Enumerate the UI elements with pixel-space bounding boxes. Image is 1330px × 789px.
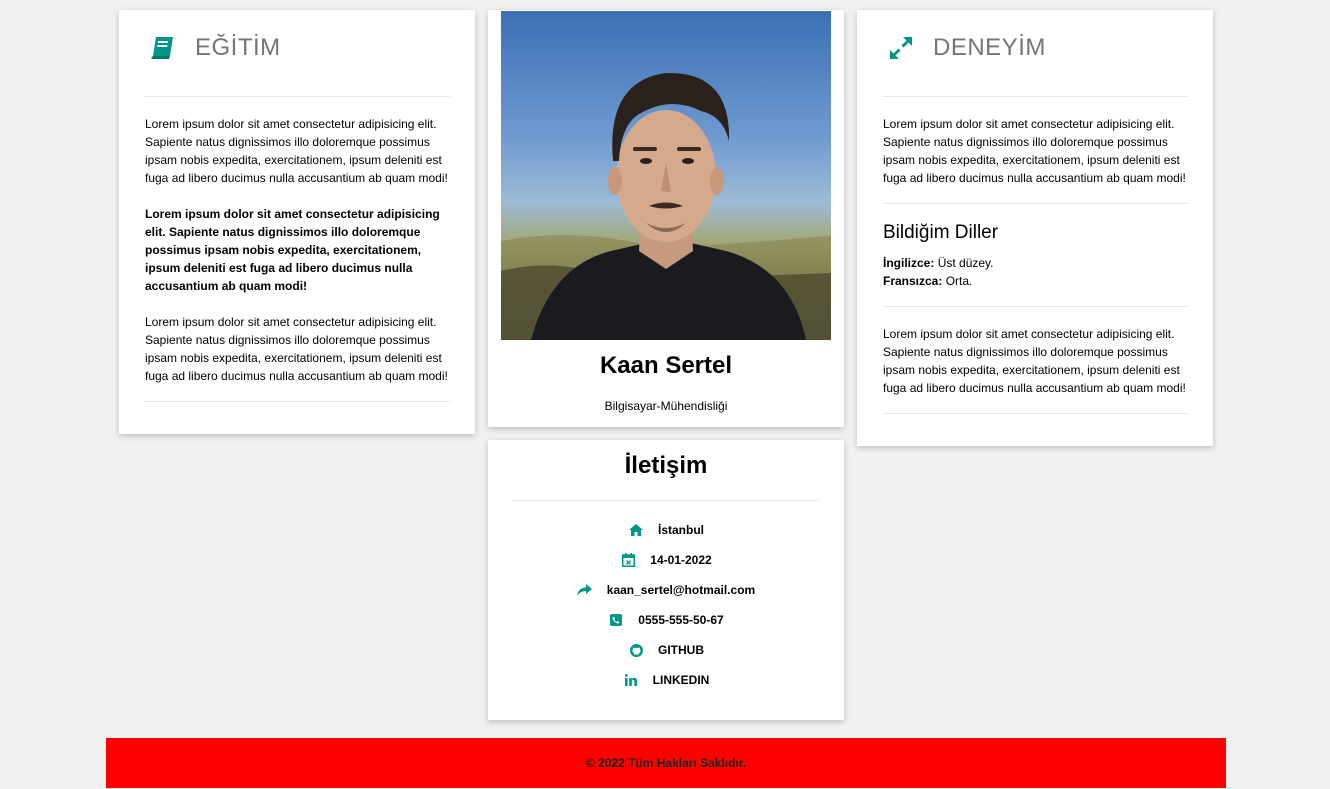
language-item: İngilizce: Üst düzey. [883,254,1187,272]
contact-email[interactable]: kaan_sertel@hotmail.com [488,575,844,605]
profile-card: Kaan Sertel Bilgisayar-Mühendisliği [488,10,844,427]
contact-location-text: İstanbul [657,523,704,537]
languages-list: İngilizce: Üst düzey. Fransızca: Orta. [857,254,1213,290]
contact-card: İletişim İstanbul 14-01-2022 kaan_sertel… [488,440,844,720]
experience-paragraph-1: Lorem ipsum dolor sit amet consectetur a… [883,117,1186,185]
experience-title: DENEYİM [933,34,1046,61]
contact-github-text[interactable]: GITHUB [658,643,704,657]
education-title: EĞİTİM [195,34,281,61]
education-paragraph-1: Lorem ipsum dolor sit amet consectetur a… [145,117,448,185]
contact-linkedin[interactable]: LINKEDIN [488,665,844,695]
education-header: EĞİTİM [119,10,475,86]
profile-photo [501,11,831,340]
education-paragraph-2: Lorem ipsum dolor sit amet consectetur a… [145,207,440,293]
divider [144,96,450,97]
profile-subtitle: Bilgisayar-Mühendisliği [604,399,728,413]
language-level: Üst düzey. [937,256,994,270]
divider [882,203,1188,204]
share-icon [577,582,593,598]
divider [882,413,1188,414]
divider [144,401,450,402]
contact-linkedin-text[interactable]: LINKEDIN [653,673,710,687]
experience-header: DENEYİM [857,10,1213,86]
divider [882,306,1188,307]
divider [882,96,1188,97]
footer: © 2022 Tüm Hakları Saklıdır. [106,738,1226,788]
phone-icon [608,612,624,628]
language-level: Orta. [945,274,973,288]
contact-phone[interactable]: 0555-555-50-67 [488,605,844,635]
contact-github[interactable]: GITHUB [488,635,844,665]
language-name: Fransızca: [883,274,943,288]
education-paragraph-3: Lorem ipsum dolor sit amet consectetur a… [145,315,448,383]
contact-date: 14-01-2022 [488,545,844,575]
profile-name: Kaan Sertel [599,352,733,379]
footer-copyright: © 2022 Tüm Hakları Saklıdır. [585,756,747,770]
contact-list: İstanbul 14-01-2022 kaan_sertel@hotmail.… [488,501,844,695]
contact-email-text[interactable]: kaan_sertel@hotmail.com [607,583,755,597]
linkedin-icon [623,672,639,688]
contact-phone-text[interactable]: 0555-555-50-67 [638,613,723,627]
experience-paragraph-2: Lorem ipsum dolor sit amet consectetur a… [883,327,1186,395]
book-icon [149,34,177,62]
languages-title: Bildiğim Diller [883,222,999,243]
language-item: Fransızca: Orta. [883,272,1187,290]
github-icon [628,642,644,658]
language-name: İngilizce: [883,256,935,270]
expand-icon [887,34,915,62]
contact-title: İletişim [624,452,708,479]
experience-card: DENEYİM Lorem ipsum dolor sit amet conse… [857,10,1213,446]
contact-location: İstanbul [488,515,844,545]
contact-date-text: 14-01-2022 [650,553,712,567]
education-card: EĞİTİM Lorem ipsum dolor sit amet consec… [119,10,475,434]
calendar-icon [620,552,636,568]
home-icon [628,522,644,538]
